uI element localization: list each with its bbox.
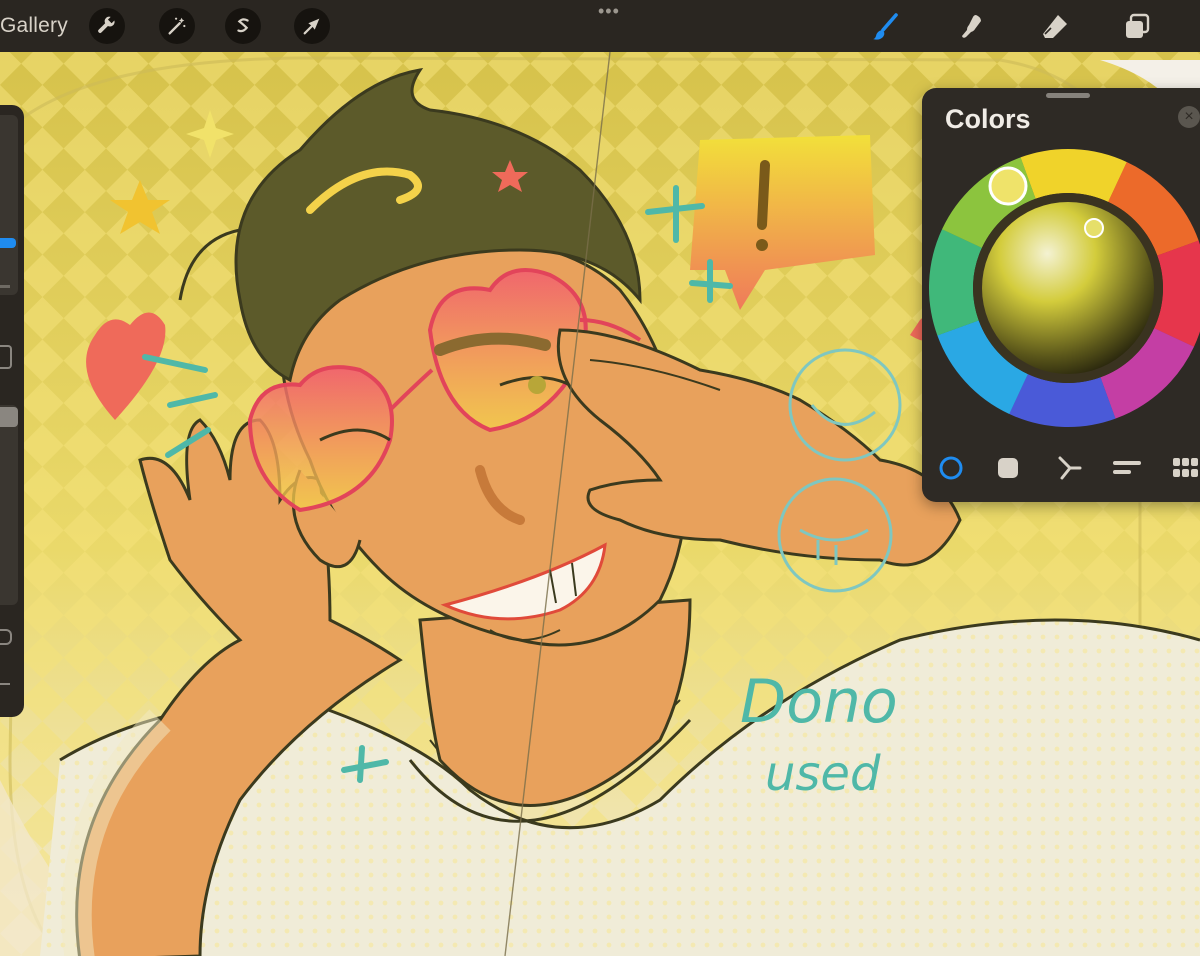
- color-disc[interactable]: [928, 148, 1200, 428]
- gallery-button[interactable]: Gallery: [0, 14, 68, 38]
- harmony-icon: [1058, 456, 1082, 480]
- modify-button[interactable]: [0, 345, 12, 369]
- svg-text:used: used: [765, 746, 881, 802]
- layers-button[interactable]: [1120, 10, 1154, 44]
- left-sidebar: [0, 105, 24, 717]
- slider-tick: [0, 285, 10, 288]
- opacity-slider[interactable]: [0, 405, 18, 605]
- undo-icon[interactable]: [0, 629, 12, 645]
- arrow-cursor-icon: [303, 18, 320, 35]
- more-dots-icon[interactable]: •••: [598, 2, 620, 20]
- opacity-handle[interactable]: [0, 407, 18, 427]
- panel-grab-handle[interactable]: [1046, 93, 1090, 98]
- tab-value[interactable]: [1109, 450, 1145, 486]
- brush-size-slider[interactable]: [0, 115, 18, 295]
- actions-button[interactable]: [89, 8, 125, 44]
- layers-icon: [1126, 13, 1150, 38]
- adjustments-button[interactable]: [159, 8, 195, 44]
- tab-palettes[interactable]: [1168, 450, 1200, 486]
- colors-panel: Colors ×: [922, 88, 1200, 502]
- color-selector[interactable]: [1084, 218, 1104, 238]
- smudge-icon: [962, 15, 981, 38]
- magic-wand-icon: [168, 17, 186, 35]
- redo-icon[interactable]: [0, 683, 10, 685]
- eraser-button[interactable]: [1038, 10, 1072, 44]
- tab-harmony[interactable]: [1052, 450, 1088, 486]
- top-toolbar: Gallery •••: [0, 0, 1200, 52]
- close-icon[interactable]: ×: [1178, 106, 1200, 128]
- hue-selector[interactable]: [988, 166, 1028, 206]
- selection-button[interactable]: [225, 8, 261, 44]
- sliders-icon: [1113, 461, 1141, 474]
- circle-icon: [939, 456, 963, 480]
- smudge-button[interactable]: [955, 10, 989, 44]
- panel-title: Colors: [945, 104, 1031, 134]
- brush-icon: [873, 13, 898, 40]
- brush-button[interactable]: [868, 10, 902, 44]
- canvas-handwritten-text: Dono: [740, 667, 898, 737]
- selection-s-icon: [237, 18, 249, 33]
- saturation-brightness-disc[interactable]: [982, 202, 1154, 374]
- grid-icon: [1173, 458, 1198, 477]
- transform-button[interactable]: [294, 8, 330, 44]
- tab-disc[interactable]: [933, 450, 969, 486]
- brush-size-handle[interactable]: [0, 238, 16, 248]
- eraser-icon: [1043, 15, 1067, 38]
- tab-classic[interactable]: [990, 450, 1026, 486]
- wrench-icon: [98, 16, 115, 33]
- square-icon: [998, 458, 1018, 478]
